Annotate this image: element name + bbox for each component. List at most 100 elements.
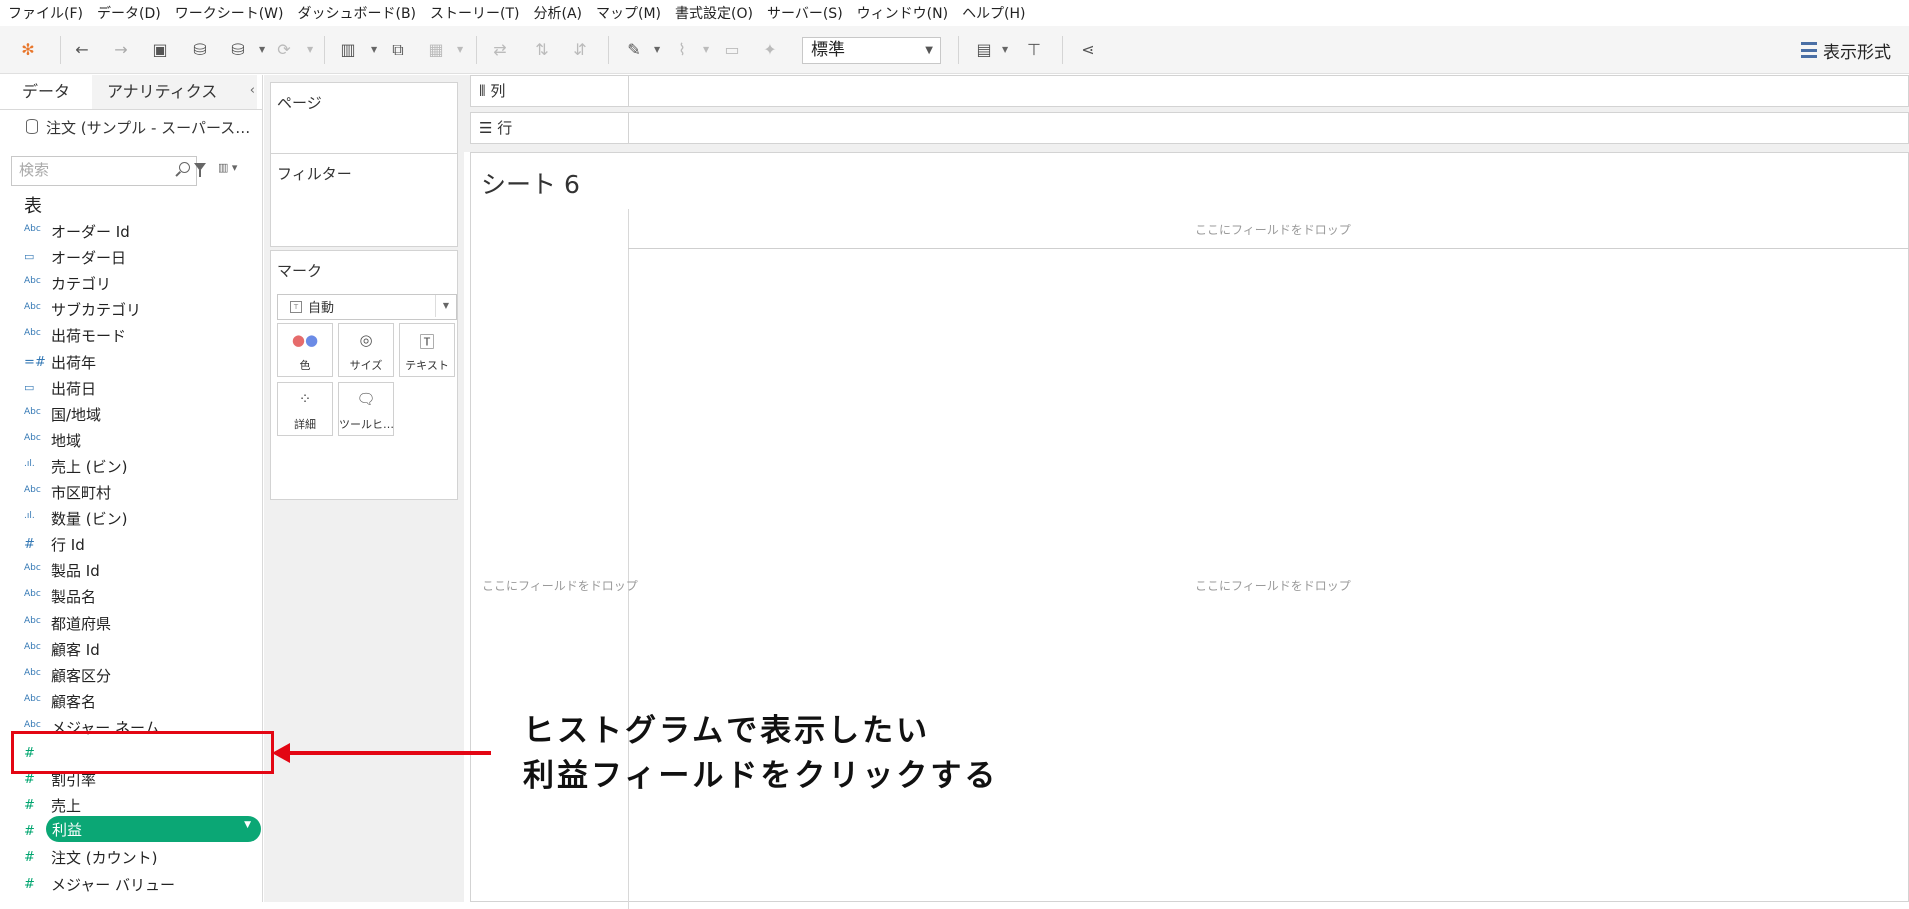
view-options-icon[interactable]: ▥ ▾: [218, 161, 237, 174]
number-type-icon: #: [24, 824, 35, 840]
sort-asc-icon[interactable]: ⇅: [532, 40, 552, 60]
highlight-caret[interactable]: ▼: [654, 45, 660, 54]
field-dimension[interactable]: Abc 顧客名: [0, 688, 263, 714]
menu-analysis[interactable]: 分析(A): [534, 3, 583, 23]
field-dimension[interactable]: Abc 顧客 Id: [0, 636, 263, 662]
menu-help[interactable]: ヘルプ(H): [962, 3, 1025, 23]
fit-select[interactable]: 標準 ▼: [802, 37, 941, 64]
field-dimension[interactable]: # 行 Id: [0, 531, 263, 557]
duplicate-sheet-icon[interactable]: ⧉: [388, 40, 408, 60]
text-button[interactable]: 🅃 テキスト: [399, 323, 455, 377]
field-dimension[interactable]: Abc 地域: [0, 427, 263, 453]
drop-field-columns[interactable]: ここにフィールドをドロップ: [1195, 221, 1351, 238]
field-dimension[interactable]: Abc 国/地域: [0, 401, 263, 427]
new-datasource-icon[interactable]: ⛁: [190, 40, 210, 60]
menu-story[interactable]: ストーリー(T): [430, 3, 519, 23]
rows-label: 行: [497, 119, 513, 137]
drop-field-rows[interactable]: ここにフィールドをドロップ: [482, 577, 638, 594]
group-caret[interactable]: ▼: [703, 45, 709, 54]
fit-select-value: 標準: [811, 40, 845, 60]
show-me-button[interactable]: 表示形式: [1801, 36, 1891, 64]
menu-server[interactable]: サーバー(S): [767, 3, 843, 23]
pin-icon[interactable]: ✦: [760, 40, 780, 60]
refresh-caret[interactable]: ▼: [307, 45, 313, 54]
tooltip-button[interactable]: 🗨 ツールヒ…: [338, 382, 394, 436]
tab-analytics[interactable]: アナリティクス: [92, 75, 257, 109]
presentation-icon[interactable]: ⊤: [1024, 40, 1044, 60]
field-dimension[interactable]: Abc 製品 Id: [0, 557, 263, 583]
filters-card[interactable]: フィルター: [270, 153, 458, 247]
field-measure[interactable]: # メジャー バリュー: [0, 871, 263, 897]
label-icon[interactable]: ▭: [722, 40, 742, 60]
data-pane: データ アナリティクス ‹ 注文 (サンプル - スーパース… 検索 ▥ ▾ 表…: [0, 75, 263, 902]
clear-sheet-caret[interactable]: ▼: [457, 45, 463, 54]
menu-format[interactable]: 書式設定(O): [675, 3, 753, 23]
filters-card-title: フィルター: [277, 165, 352, 183]
field-dimension[interactable]: Abc 出荷モード: [0, 322, 263, 348]
field-dimension[interactable]: .ıl. 売上 (ビン): [0, 453, 263, 479]
field-dimension[interactable]: =# 出荷年: [0, 349, 263, 375]
size-button[interactable]: ◎ サイズ: [338, 323, 394, 377]
pause-updates-icon[interactable]: ⛁: [228, 40, 248, 60]
bin-type-icon: .ıl.: [24, 511, 35, 522]
field-dimension[interactable]: Abc サブカテゴリ: [0, 296, 263, 322]
menu-window[interactable]: ウィンドウ(N): [857, 3, 948, 23]
field-dimension[interactable]: Abc 市区町村: [0, 479, 263, 505]
field-dimension[interactable]: Abc 都道府県: [0, 610, 263, 636]
menu-map[interactable]: マップ(M): [596, 3, 661, 23]
redo-icon[interactable]: →: [111, 40, 131, 60]
columns-shelf[interactable]: ⦀ 列: [470, 75, 1909, 107]
field-measure[interactable]: # 売上: [0, 792, 263, 818]
share-icon[interactable]: ⋖: [1078, 40, 1098, 60]
drop-field-center[interactable]: ここにフィールドをドロップ: [1195, 577, 1351, 594]
field-dimension[interactable]: ▭ 出荷日: [0, 375, 263, 401]
table-heading: 表: [24, 196, 42, 217]
field-label: 数量 (ビン): [51, 510, 128, 529]
save-icon[interactable]: ▣: [150, 40, 170, 60]
menu-worksheet[interactable]: ワークシート(W): [175, 3, 284, 23]
number-type-icon: #: [24, 798, 35, 814]
pages-card[interactable]: ページ: [270, 82, 458, 155]
detail-icon: ⁘: [298, 390, 312, 408]
menu-data[interactable]: データ(D): [97, 3, 161, 23]
row-header-divider: [628, 209, 629, 909]
chevron-down-icon[interactable]: ▼: [244, 820, 251, 830]
field-dimension[interactable]: Abc 顧客区分: [0, 662, 263, 688]
swap-icon[interactable]: ⇄: [490, 40, 510, 60]
highlight-icon[interactable]: ✎: [624, 40, 644, 60]
number-type-icon: #: [24, 772, 35, 788]
field-dimension[interactable]: ▭ オーダー日: [0, 244, 263, 270]
mark-type-select[interactable]: T 自動 ▼: [277, 294, 457, 320]
group-icon[interactable]: ⌇: [672, 40, 692, 60]
menu-file[interactable]: ファイル(F): [8, 3, 83, 23]
new-worksheet-caret[interactable]: ▼: [371, 45, 377, 54]
field-dimension[interactable]: Abc カテゴリ: [0, 270, 263, 296]
collapse-pane-icon[interactable]: ‹: [250, 83, 255, 98]
show-cards-icon[interactable]: ▤: [974, 40, 994, 60]
field-dimension[interactable]: .ıl. 数量 (ビン): [0, 505, 263, 531]
profit-field-pill[interactable]: 利益 ▼: [46, 816, 261, 842]
abc-type-icon: Abc: [24, 563, 41, 574]
color-button[interactable]: ●● 色: [277, 323, 333, 377]
field-measure[interactable]: # 注文 (カウント): [0, 844, 263, 870]
date-type-icon: ▭: [24, 380, 35, 394]
clear-sheet-icon[interactable]: ▦: [426, 40, 446, 60]
search-input[interactable]: 検索: [11, 156, 197, 186]
field-dimension[interactable]: Abc 製品名: [0, 583, 263, 609]
field-dimension[interactable]: Abc オーダー Id: [0, 218, 263, 244]
datasource-name[interactable]: 注文 (サンプル - スーパース…: [46, 117, 250, 138]
detail-button[interactable]: ⁘ 詳細: [277, 382, 333, 436]
sort-desc-icon[interactable]: ⇵: [570, 40, 590, 60]
undo-icon[interactable]: ←: [72, 40, 92, 60]
filter-icon[interactable]: [194, 163, 206, 177]
new-worksheet-icon[interactable]: ▥: [338, 40, 358, 60]
field-label: 顧客名: [51, 692, 97, 711]
tableau-logo-icon[interactable]: ✻: [18, 40, 38, 60]
pause-updates-caret[interactable]: ▼: [259, 45, 265, 54]
refresh-icon[interactable]: ⟳: [274, 40, 294, 60]
sheet-title[interactable]: シート 6: [481, 165, 580, 201]
annotation-arrow: [285, 751, 491, 755]
show-cards-caret[interactable]: ▼: [1002, 45, 1008, 54]
rows-shelf[interactable]: ☰ 行: [470, 112, 1909, 144]
menu-dashboard[interactable]: ダッシュボード(B): [297, 3, 416, 23]
